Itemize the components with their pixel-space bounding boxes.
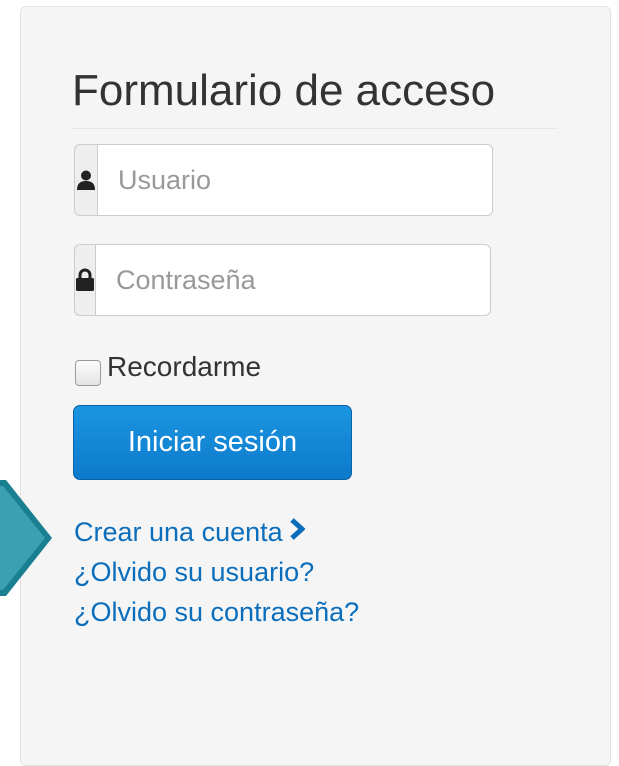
login-button[interactable]: Iniciar sesión [73,405,352,480]
lock-icon [74,244,95,316]
chevron-right-icon [289,511,306,551]
login-panel [20,6,611,766]
account-links: Crear una cuenta ¿Olvido su usuario? ¿Ol… [74,512,359,632]
create-account-link[interactable]: Crear una cuenta [74,512,359,552]
title-divider [72,128,558,129]
username-input[interactable] [97,144,493,216]
arrow-pointer-icon [0,480,52,596]
username-input-group [74,144,493,216]
user-icon [74,144,97,216]
form-title: Formulario de acceso [72,66,496,115]
password-input-group [74,244,491,316]
create-account-label: Crear una cuenta [74,517,283,547]
password-input[interactable] [95,244,491,316]
forgot-username-link[interactable]: ¿Olvido su usuario? [74,552,359,592]
remember-me: Recordarme [75,348,261,386]
remember-checkbox[interactable] [75,360,101,386]
forgot-password-link[interactable]: ¿Olvido su contraseña? [74,592,359,632]
remember-label: Recordarme [107,351,262,382]
